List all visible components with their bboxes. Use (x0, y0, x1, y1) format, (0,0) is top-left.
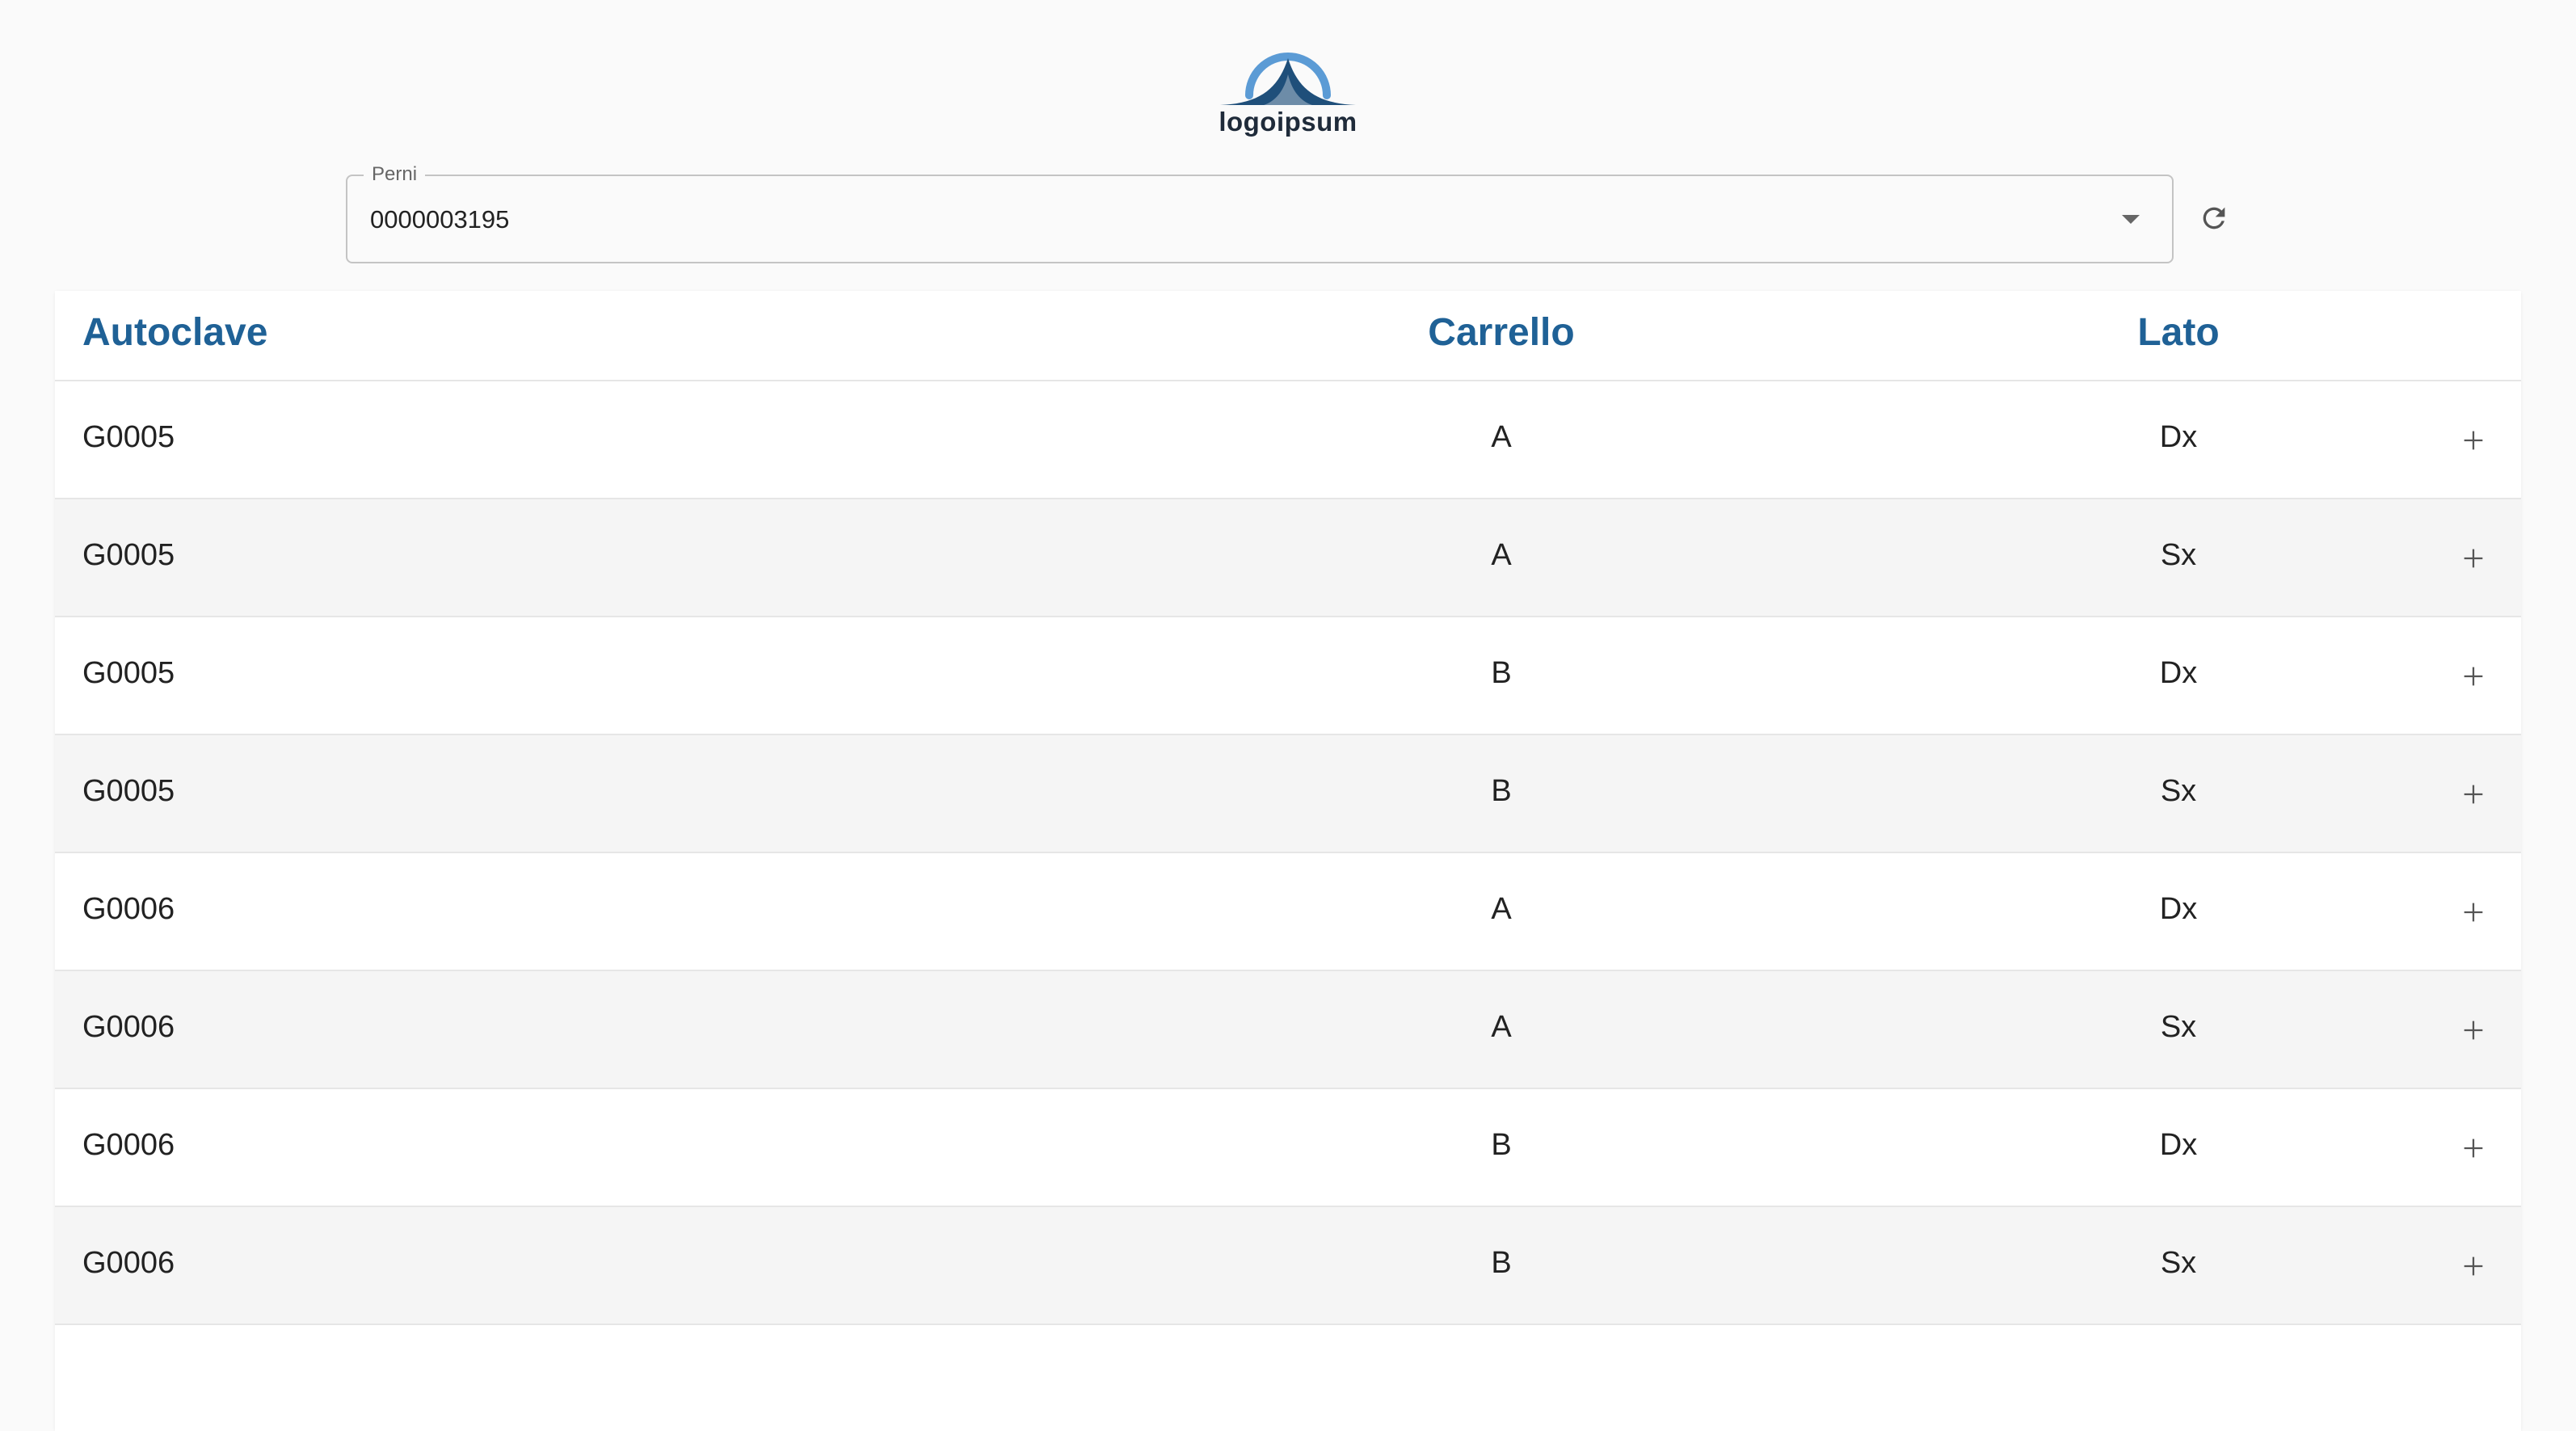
cell-autoclave: G0006 (82, 892, 175, 926)
cell-autoclave: G0005 (82, 774, 175, 808)
column-header-carrello[interactable]: Carrello (1364, 310, 1639, 355)
table-body: G0005 A Dx G0005 A Sx G0005 B Dx G0005 B… (55, 381, 2521, 1325)
cell-lato: Dx (2159, 420, 2198, 454)
cell-autoclave: G0005 (82, 420, 175, 454)
add-row-button[interactable] (2453, 1010, 2494, 1050)
cell-lato: Sx (2160, 1010, 2197, 1044)
table-row: G0006 B Dx (55, 1089, 2521, 1207)
table-row: G0006 A Dx (55, 853, 2521, 971)
perni-select-value: 0000003195 (370, 205, 510, 234)
logo-mark-icon (1220, 53, 1356, 105)
table-row: G0006 B Sx (55, 1207, 2521, 1325)
refresh-icon (2203, 207, 2225, 229)
results-table: Autoclave Carrello Lato G0005 A Dx G0005… (55, 291, 2521, 1431)
table-row: G0005 B Sx (55, 735, 2521, 853)
cell-autoclave: G0006 (82, 1246, 175, 1280)
column-header-autoclave[interactable]: Autoclave (82, 310, 267, 355)
cell-carrello: B (1491, 774, 1512, 808)
add-row-button[interactable] (2453, 892, 2494, 932)
cell-carrello: B (1491, 656, 1512, 690)
cell-carrello: B (1491, 1128, 1512, 1162)
refresh-button[interactable] (2190, 194, 2238, 242)
add-row-button[interactable] (2453, 656, 2494, 697)
table-row: G0005 A Dx (55, 381, 2521, 499)
perni-select[interactable]: Perni 0000003195 (346, 163, 2174, 263)
add-icon (2464, 785, 2483, 804)
add-row-button[interactable] (2453, 1246, 2494, 1286)
logo-text: logoipsum (1219, 107, 1357, 137)
arrow-drop-down-icon (2122, 215, 2140, 224)
column-header-lato[interactable]: Lato (2057, 310, 2300, 355)
cell-autoclave: G0006 (82, 1128, 175, 1162)
add-row-button[interactable] (2453, 538, 2494, 579)
cell-lato: Sx (2160, 538, 2197, 572)
add-icon (2464, 1021, 2483, 1040)
add-icon (2464, 903, 2483, 922)
cell-lato: Sx (2160, 1246, 2197, 1280)
cell-carrello: B (1491, 1246, 1512, 1280)
add-icon (2464, 1256, 2483, 1276)
cell-carrello: A (1491, 420, 1512, 454)
add-row-button[interactable] (2453, 420, 2494, 461)
add-row-button[interactable] (2453, 774, 2494, 814)
cell-lato: Dx (2159, 1128, 2198, 1162)
add-icon (2464, 549, 2483, 568)
table-row: G0005 A Sx (55, 499, 2521, 617)
cell-carrello: A (1491, 892, 1512, 926)
add-row-button[interactable] (2453, 1128, 2494, 1168)
cell-autoclave: G0005 (82, 538, 175, 572)
table-row: G0005 B Dx (55, 617, 2521, 735)
cell-lato: Dx (2159, 892, 2198, 926)
table-header: Autoclave Carrello Lato (55, 291, 2521, 381)
cell-lato: Sx (2160, 774, 2197, 808)
cell-autoclave: G0006 (82, 1010, 175, 1044)
cell-autoclave: G0005 (82, 656, 175, 690)
page: logoipsum Perni 0000003195 Autoclave Car… (0, 0, 2576, 1431)
cell-carrello: A (1491, 1010, 1512, 1044)
cell-lato: Dx (2159, 656, 2198, 690)
add-icon (2464, 1138, 2483, 1158)
logo: logoipsum (1215, 39, 1361, 144)
add-icon (2464, 431, 2483, 450)
table-row: G0006 A Sx (55, 971, 2521, 1089)
add-icon (2464, 667, 2483, 686)
cell-carrello: A (1491, 538, 1512, 572)
perni-select-label: Perni (364, 163, 426, 186)
